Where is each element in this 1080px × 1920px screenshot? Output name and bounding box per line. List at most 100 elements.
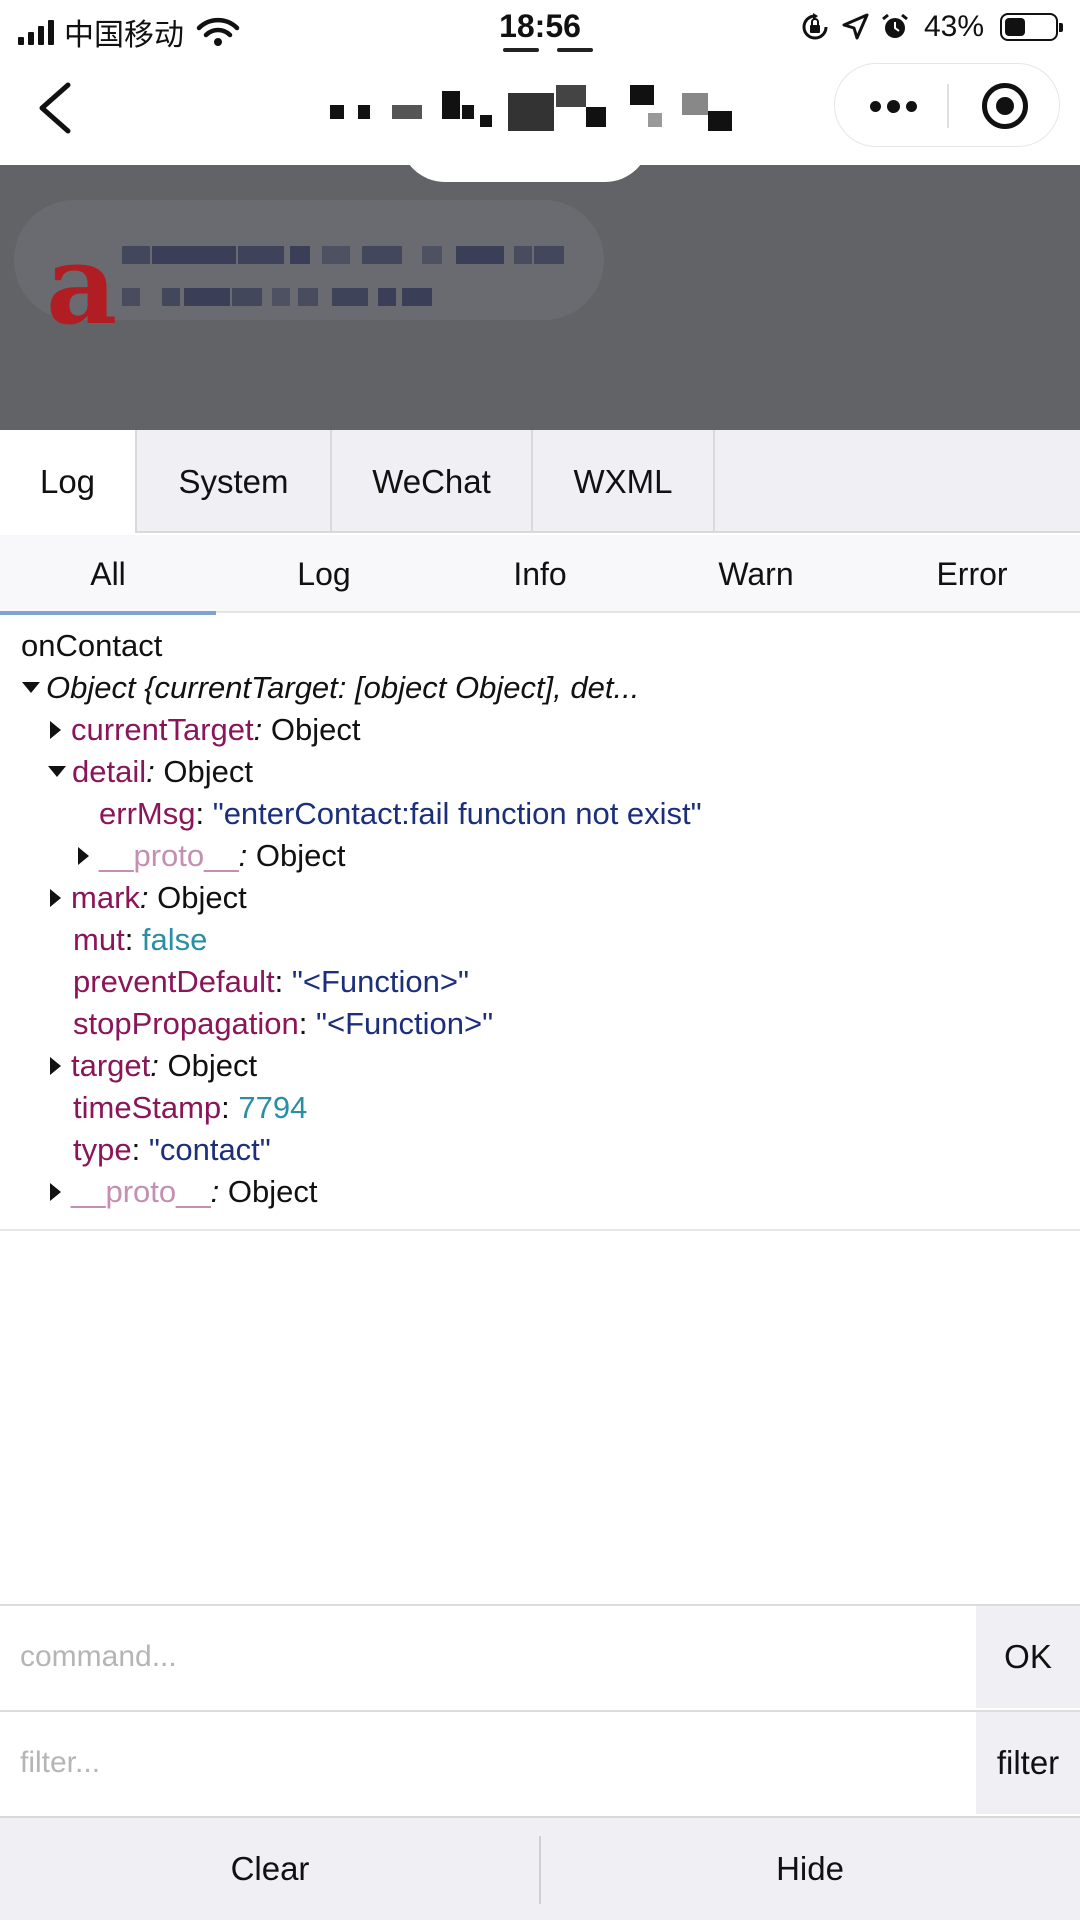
- field-separator: :: [150, 1048, 168, 1083]
- level-tab-info[interactable]: Info: [432, 535, 648, 613]
- field-separator: :: [238, 838, 256, 873]
- object-summary: Object {currentTarget: [object Object], …: [46, 670, 640, 705]
- expand-triangle-icon[interactable]: [78, 846, 89, 865]
- battery-icon: [1000, 13, 1063, 41]
- field-value: Object: [167, 1048, 258, 1083]
- log-row-detail-proto[interactable]: __proto__: Object: [78, 835, 345, 877]
- log-row-errmsg: errMsg: "enterContact:fail function not …: [99, 793, 702, 835]
- field-separator: :: [139, 880, 158, 915]
- field-key: errMsg: [99, 796, 196, 831]
- field-value: Object: [227, 1174, 318, 1209]
- field-key: __proto__: [71, 1174, 211, 1209]
- collapse-triangle-icon[interactable]: [48, 766, 66, 778]
- screen: 中国移动 18:56 43% a Log System WeChat WXML …: [0, 0, 1080, 1920]
- expand-triangle-icon[interactable]: [50, 888, 61, 907]
- capsule-menu: [834, 63, 1060, 147]
- expand-triangle-icon[interactable]: [50, 720, 61, 739]
- hide-button[interactable]: Hide: [540, 1818, 1080, 1920]
- battery-percentage: 43%: [923, 10, 984, 43]
- command-row: OK: [0, 1604, 1080, 1708]
- level-tab-error[interactable]: Error: [864, 535, 1080, 613]
- field-key: preventDefault: [73, 964, 275, 999]
- time-underline: [503, 48, 593, 52]
- tab-wxml[interactable]: WXML: [533, 430, 715, 533]
- filter-input[interactable]: [0, 1712, 976, 1814]
- field-separator: :: [298, 1006, 317, 1041]
- field-separator: :: [146, 754, 164, 789]
- log-row-stoppropagation: stopPropagation: "<Function>": [73, 1003, 493, 1045]
- close-miniprogram-icon[interactable]: [965, 78, 1045, 134]
- expand-triangle-icon[interactable]: [50, 1056, 61, 1075]
- field-key: mark: [71, 880, 140, 915]
- status-bar: 中国移动 18:56 43%: [0, 0, 1080, 55]
- field-value: "<Function>": [291, 964, 469, 999]
- collapse-triangle-icon[interactable]: [22, 682, 40, 694]
- field-separator: :: [131, 1132, 149, 1167]
- log-row-type: type: "contact": [73, 1129, 271, 1171]
- field-value: Object: [163, 754, 253, 789]
- field-value: Object: [157, 880, 247, 915]
- filter-row: filter: [0, 1710, 1080, 1814]
- page-content-overlay: a: [0, 165, 1080, 430]
- capsule-divider: [947, 84, 949, 128]
- bottom-action-bar: Clear Hide: [0, 1816, 1080, 1920]
- alarm-clock-icon: [882, 13, 908, 38]
- command-input[interactable]: [0, 1606, 976, 1708]
- tab-system[interactable]: System: [137, 430, 332, 533]
- navigation-bar: [0, 55, 1080, 165]
- field-key: stopPropagation: [73, 1006, 299, 1041]
- level-tab-log[interactable]: Log: [216, 535, 432, 613]
- level-tab-all[interactable]: All: [0, 535, 216, 615]
- field-value: 7794: [238, 1090, 308, 1125]
- field-separator: :: [253, 712, 271, 747]
- field-key: currentTarget: [71, 712, 254, 747]
- tab-wechat[interactable]: WeChat: [332, 430, 533, 533]
- field-key: target: [71, 1048, 151, 1083]
- log-row-timestamp: timeStamp: 7794: [73, 1087, 307, 1129]
- field-value: Object: [270, 712, 361, 747]
- back-arrow-icon[interactable]: [28, 77, 88, 139]
- field-separator: :: [124, 922, 142, 957]
- clear-button[interactable]: Clear: [0, 1818, 540, 1920]
- location-arrow-icon: [842, 13, 869, 40]
- field-value: false: [141, 922, 208, 957]
- more-options-icon[interactable]: [853, 78, 933, 134]
- field-value: "contact": [148, 1132, 271, 1167]
- log-row-proto[interactable]: __proto__: Object: [50, 1171, 317, 1213]
- log-object-root[interactable]: Object {currentTarget: [object Object], …: [22, 667, 639, 709]
- level-tab-warn[interactable]: Warn: [648, 535, 864, 613]
- brand-banner: a: [14, 200, 604, 340]
- log-row-detail[interactable]: detail: Object: [48, 751, 253, 793]
- status-right: 43%: [800, 10, 1063, 44]
- field-separator: :: [195, 796, 213, 831]
- field-key: __proto__: [99, 838, 239, 873]
- console-top-tabs: Log System WeChat WXML: [0, 430, 1080, 533]
- log-row-mut: mut: false: [73, 919, 207, 961]
- field-separator: :: [210, 1174, 228, 1209]
- expand-triangle-icon[interactable]: [50, 1182, 61, 1201]
- brand-logo-icon: a: [46, 220, 118, 349]
- field-key: timeStamp: [73, 1090, 222, 1125]
- pixelated-text-line: [122, 246, 564, 264]
- log-row-mark[interactable]: mark: Object: [50, 877, 247, 919]
- tab-log[interactable]: Log: [0, 430, 137, 533]
- title-blur-notch: [400, 165, 650, 182]
- field-value: "enterContact:fail function not exist": [212, 796, 702, 831]
- log-row-preventdefault: preventDefault: "<Function>": [73, 961, 469, 1003]
- log-level-tabs: All Log Info Warn Error: [0, 535, 1080, 615]
- pixelated-text-line: [122, 288, 442, 306]
- field-separator: :: [221, 1090, 239, 1125]
- log-event-name: onContact: [21, 625, 162, 667]
- log-output: onContact Object {currentTarget: [object…: [0, 615, 1080, 1231]
- field-key: mut: [73, 922, 125, 957]
- event-name-text: onContact: [21, 628, 163, 663]
- field-value: Object: [255, 838, 346, 873]
- rotation-lock-icon: [802, 13, 828, 40]
- log-row-target[interactable]: target: Object: [50, 1045, 257, 1087]
- field-key: detail: [72, 754, 147, 789]
- battery-level: [1005, 18, 1025, 36]
- field-separator: :: [274, 964, 292, 999]
- command-ok-button[interactable]: OK: [976, 1606, 1080, 1708]
- log-row-currenttarget[interactable]: currentTarget: Object: [50, 709, 360, 751]
- filter-button[interactable]: filter: [976, 1712, 1080, 1814]
